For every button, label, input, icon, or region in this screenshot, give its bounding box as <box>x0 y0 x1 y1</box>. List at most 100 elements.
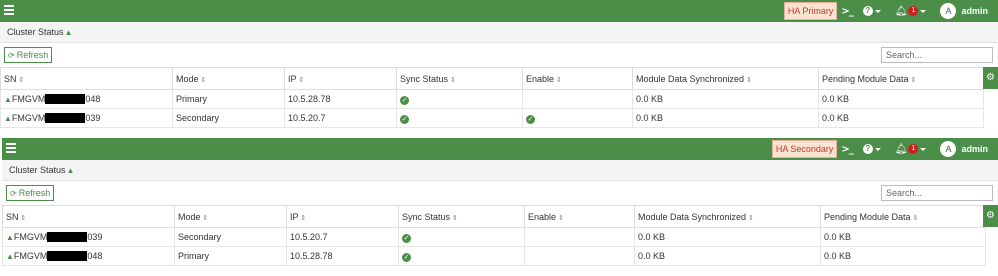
page-title: Cluster Status <box>7 27 64 37</box>
ha-status-badge: HA Secondary <box>771 140 838 158</box>
column-header[interactable]: Mode ⇕ <box>174 205 287 228</box>
refresh-icon: ⟳ <box>10 188 17 198</box>
sync-status-cell: ✓ <box>396 108 523 128</box>
ip-cell: 10.5.28.78 <box>284 89 397 109</box>
bell-icon: 🔔︎ <box>894 143 908 155</box>
enable-cell: ✓ <box>522 108 633 128</box>
notification-count-badge: 1 <box>908 6 919 16</box>
column-header[interactable]: Sync Status ⇕ <box>396 67 523 90</box>
table-row[interactable]: ▲FMGVM 039 Secondary 10.5.20.7 ✓ 0.0 KB 0.0 KB <box>2 227 986 247</box>
table-row[interactable]: ▲FMGVM 048 Primary 10.5.28.78 ✓ 0.0 KB 0.0 KB <box>0 89 984 109</box>
help-menu[interactable]: ? <box>862 144 881 154</box>
username: admin <box>961 144 988 154</box>
cluster-table: SN ⇕ Mode ⇕ IP ⇕ Sync Status ⇕ Enable ⇕ Module Dat… <box>2 205 998 266</box>
hamburger-icon[interactable] <box>4 5 14 15</box>
column-header[interactable]: SN ⇕ <box>0 67 173 90</box>
table-row[interactable]: ▲FMGVM 048 Primary 10.5.28.78 ✓ 0.0 KB 0.0 KB <box>2 246 986 266</box>
sort-icon: ⇕ <box>556 75 562 84</box>
search-input[interactable] <box>881 185 993 201</box>
sort-icon: ⇕ <box>912 213 919 222</box>
help-menu[interactable]: ? <box>862 6 881 16</box>
mode-cell: Primary <box>172 89 285 109</box>
cluster-status-table: SN ⇕ Mode ⇕ IP ⇕ Sync Status ⇕ Enable ⇕ Module Dat… <box>0 67 984 128</box>
column-header[interactable]: Pending Module Data ⇕ <box>820 205 986 228</box>
module-data-synced-cell: 0.0 KB <box>634 246 821 266</box>
avatar: A <box>940 141 957 157</box>
toolbar: ⟳ Refresh <box>2 181 998 205</box>
column-header[interactable]: Pending Module Data ⇕ <box>818 67 984 90</box>
column-header[interactable]: Enable ⇕ <box>522 67 633 90</box>
arrow-up-icon: ▲ <box>6 251 14 261</box>
arrow-up-icon: ▲ <box>4 94 12 104</box>
cluster-status-table: SN ⇕ Mode ⇕ IP ⇕ Sync Status ⇕ Enable ⇕ Module Dat… <box>2 205 986 266</box>
module-data-synced-cell: 0.0 KB <box>634 227 821 247</box>
column-header[interactable]: Module Data Synchronized ⇕ <box>632 67 819 90</box>
check-circle-icon: ✓ <box>402 252 411 262</box>
mode-cell: Secondary <box>172 108 285 128</box>
notifications-menu[interactable]: 🔔︎ 1 <box>895 144 927 155</box>
terminal-icon[interactable]: >_ <box>841 6 853 17</box>
arrow-up-icon: ▲ <box>6 232 14 242</box>
help-icon: ? <box>862 144 873 154</box>
sync-status-cell: ✓ <box>398 246 525 266</box>
column-header[interactable]: IP ⇕ <box>284 67 397 90</box>
top-navbar: HA Secondary >_ ? 🔔︎ 1 Aadmin <box>2 138 998 160</box>
arrow-up-icon: ▲ <box>4 113 12 123</box>
notification-count-badge: 1 <box>908 144 919 154</box>
column-header[interactable]: Module Data Synchronized ⇕ <box>634 205 821 228</box>
gear-icon[interactable]: ⚙ <box>983 67 998 89</box>
column-header[interactable]: Enable ⇕ <box>524 205 635 228</box>
sort-icon: ⇕ <box>20 213 27 222</box>
check-circle-icon: ✓ <box>400 95 409 105</box>
sort-icon: ⇕ <box>450 75 456 84</box>
enable-cell <box>524 246 635 266</box>
secondary-panel: HA Secondary >_ ? 🔔︎ 1 Aadmin Cluster Sta… <box>2 138 998 276</box>
column-header[interactable]: IP ⇕ <box>286 205 399 228</box>
module-data-synced-cell: 0.0 KB <box>632 108 819 128</box>
top-navbar: HA Primary >_ ? 🔔︎ 1 Aadmin <box>0 0 998 22</box>
terminal-icon[interactable]: >_ <box>841 144 853 155</box>
column-header[interactable]: Mode ⇕ <box>172 67 285 90</box>
sort-icon: ⇕ <box>746 75 752 84</box>
pending-module-data-cell: 0.0 KB <box>820 246 986 266</box>
sn-cell: ▲FMGVM 048 <box>0 89 173 109</box>
sync-status-cell: ✓ <box>396 89 523 109</box>
column-header[interactable]: SN ⇕ <box>2 205 175 228</box>
user-menu[interactable]: Aadmin <box>940 141 988 157</box>
help-icon: ? <box>862 6 873 16</box>
ip-cell: 10.5.28.78 <box>286 246 399 266</box>
sort-icon: ⇕ <box>200 75 207 84</box>
redaction-block <box>45 113 86 124</box>
pending-module-data-cell: 0.0 KB <box>820 227 986 247</box>
refresh-button[interactable]: ⟳ Refresh <box>6 185 55 201</box>
column-header[interactable]: Sync Status ⇕ <box>398 205 525 228</box>
sn-cell: ▲FMGVM 039 <box>2 227 175 247</box>
sort-icon: ⇕ <box>300 213 307 222</box>
user-menu[interactable]: Aadmin <box>940 3 988 19</box>
breadcrumb: Cluster Status ▲ <box>0 22 998 43</box>
ip-cell: 10.5.20.7 <box>284 108 397 128</box>
sort-icon: ⇕ <box>202 213 209 222</box>
notifications-menu[interactable]: 🔔︎ 1 <box>895 6 927 17</box>
enable-cell <box>522 89 633 109</box>
hamburger-icon[interactable] <box>6 143 16 153</box>
redaction-block <box>47 251 88 262</box>
toolbar: ⟳ Refresh <box>0 43 998 67</box>
check-circle-icon: ✓ <box>526 114 535 124</box>
page-title: Cluster Status <box>9 165 66 175</box>
ha-status-badge: HA Primary <box>783 2 838 20</box>
bell-icon: 🔔︎ <box>894 5 908 17</box>
mode-cell: Secondary <box>174 227 287 247</box>
refresh-button[interactable]: ⟳ Refresh <box>4 47 53 63</box>
breadcrumb: Cluster Status ▲ <box>2 160 998 181</box>
username: admin <box>961 6 988 16</box>
pending-module-data-cell: 0.0 KB <box>818 89 984 109</box>
arrow-up-icon: ▲ <box>66 165 75 175</box>
gear-icon[interactable]: ⚙ <box>983 205 998 227</box>
table-row[interactable]: ▲FMGVM 039 Secondary 10.5.20.7 ✓ ✓ 0.0 KB 0.0 K… <box>0 108 984 128</box>
search-input[interactable] <box>881 47 993 63</box>
sort-icon: ⇕ <box>298 75 305 84</box>
sn-cell: ▲FMGVM 048 <box>2 246 175 266</box>
sort-icon: ⇕ <box>452 213 458 222</box>
primary-panel: HA Primary >_ ? 🔔︎ 1 Aadmin Cluster Statu… <box>0 0 998 133</box>
